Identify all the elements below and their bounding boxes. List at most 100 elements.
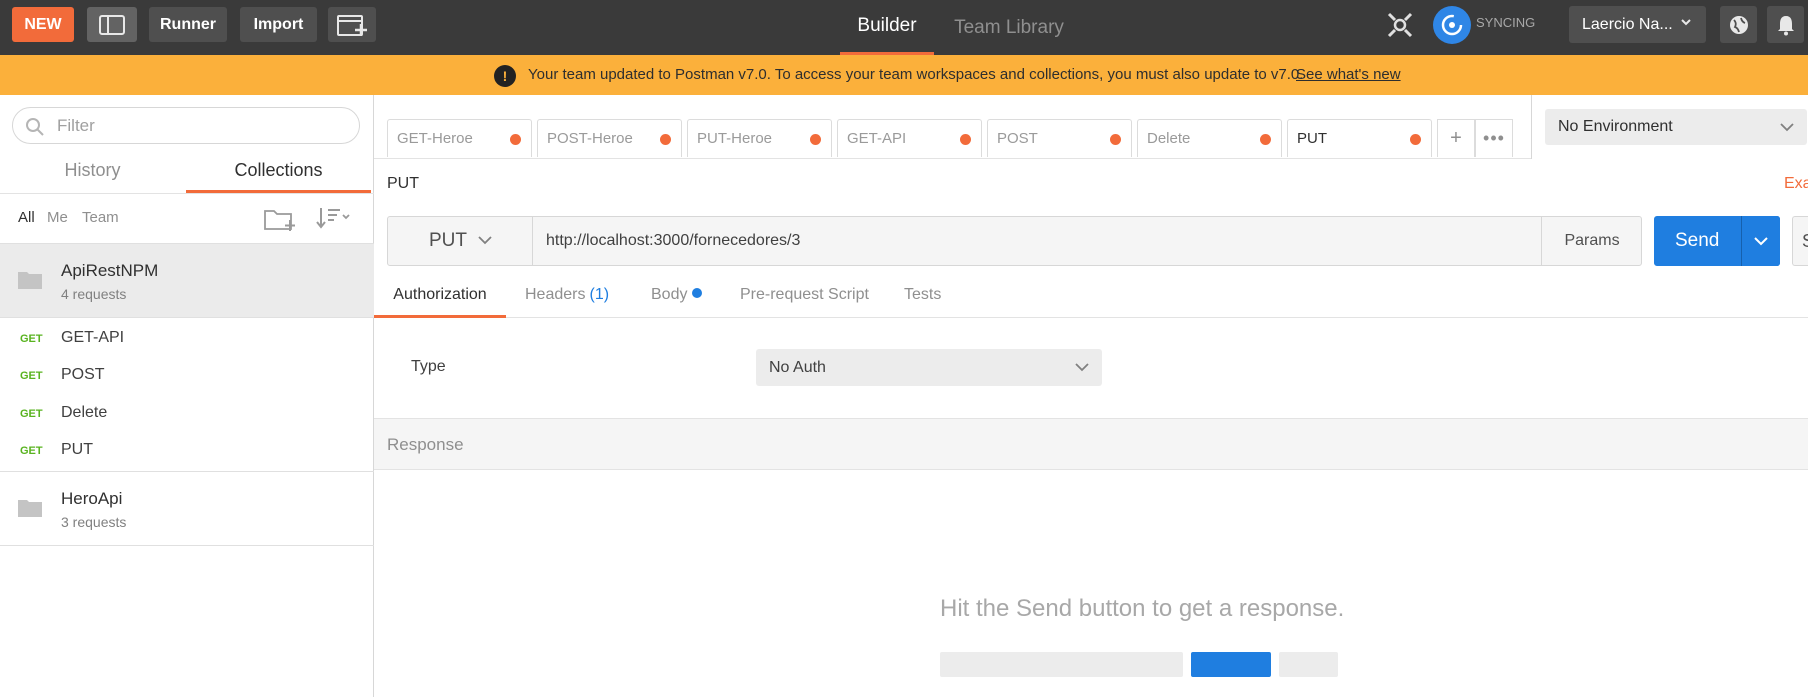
runner-button[interactable]: Runner <box>149 7 227 42</box>
environment-select[interactable]: No Environment <box>1545 109 1807 145</box>
request-title: PUT <box>387 175 419 192</box>
new-collection-icon[interactable] <box>263 206 297 232</box>
chevron-down-icon <box>1075 363 1089 372</box>
filter-all[interactable]: All <box>18 209 35 226</box>
more-tabs-button[interactable]: ••• <box>1475 119 1513 157</box>
request-item-get-api[interactable]: GET GET-API <box>0 320 374 357</box>
sync-button[interactable] <box>1433 6 1471 44</box>
request-tab-label: GET-API <box>847 130 907 147</box>
request-subtabs: Authorization Headers (1) Body Pre-reques… <box>374 278 1808 318</box>
method-value: PUT <box>429 230 467 251</box>
response-empty-message: Hit the Send button to get a response. <box>940 595 1345 622</box>
request-tab[interactable]: GET-Heroe <box>387 119 532 157</box>
collection-heroapi[interactable]: HeroApi 3 requests <box>0 471 374 546</box>
unsaved-dot <box>1110 134 1121 145</box>
import-button[interactable]: Import <box>240 7 317 42</box>
tab-tests[interactable]: Tests <box>904 286 941 318</box>
response-placeholder-bar <box>1279 652 1338 677</box>
auth-type-value: No Auth <box>769 358 826 376</box>
sidebar-toggle-button[interactable] <box>87 7 137 42</box>
unsaved-dot <box>660 134 671 145</box>
sync-icon <box>1441 14 1463 36</box>
request-tab-label: GET-Heroe <box>397 130 473 147</box>
sidebar-toggle-icon <box>99 14 125 35</box>
save-button[interactable]: S <box>1792 216 1808 266</box>
plus-icon: + <box>1450 127 1462 149</box>
tab-history[interactable]: History <box>0 158 185 193</box>
top-bar: NEW Runner Import Builder Team Library S… <box>0 0 1808 55</box>
unsaved-dot <box>960 134 971 145</box>
request-tab-label: Delete <box>1147 130 1191 147</box>
response-placeholder-bar <box>940 652 1183 677</box>
collection-count: 3 requests <box>61 514 127 530</box>
sidebar: History Collections All Me Team ApiRestN… <box>0 95 374 697</box>
request-tab[interactable]: PUT-Heroe <box>687 119 832 157</box>
request-item-post[interactable]: GET POST <box>0 357 374 394</box>
request-tab-label: PUT-Heroe <box>697 130 773 147</box>
unsaved-dot <box>1410 134 1421 145</box>
chevron-down-icon <box>1754 237 1768 246</box>
notifications-button[interactable] <box>1767 6 1804 43</box>
url-bar: PUT Params <box>387 216 1642 266</box>
request-tab[interactable]: GET-API <box>837 119 982 157</box>
send-options-button[interactable] <box>1741 216 1780 266</box>
add-tab-button[interactable]: + <box>1437 119 1475 157</box>
environment-value: No Environment <box>1558 118 1673 135</box>
new-button[interactable]: NEW <box>12 7 74 42</box>
tab-team-library[interactable]: Team Library <box>944 0 1074 55</box>
tab-headers[interactable]: Headers (1) <box>525 286 609 318</box>
collection-apirestnpm[interactable]: ApiRestNPM 4 requests <box>0 243 374 318</box>
filter-team[interactable]: Team <box>82 209 119 226</box>
request-tab[interactable]: Delete <box>1137 119 1282 157</box>
tab-body[interactable]: Body <box>651 286 703 318</box>
tab-authorization[interactable]: Authorization <box>374 286 506 318</box>
headers-label: Headers <box>525 286 586 303</box>
request-item-put[interactable]: GET PUT <box>0 432 374 469</box>
banner-link[interactable]: See what's new <box>1296 66 1401 83</box>
collection-filter-bar: All Me Team <box>0 193 374 243</box>
collection-name: ApiRestNPM <box>61 261 159 280</box>
response-title: Response <box>387 435 464 454</box>
body-indicator-dot <box>692 288 703 298</box>
globe-button[interactable] <box>1720 6 1757 43</box>
chevron-down-icon <box>1681 19 1691 26</box>
request-tab-active[interactable]: PUT <box>1287 119 1432 157</box>
tab-collections[interactable]: Collections <box>186 158 371 193</box>
alert-icon: ! <box>494 65 516 87</box>
filter-input[interactable] <box>57 114 347 138</box>
request-name: Delete <box>61 404 108 421</box>
sort-icon[interactable] <box>316 206 352 230</box>
unsaved-dot <box>810 134 821 145</box>
request-tab-label: POST-Heroe <box>547 130 633 147</box>
filter-me[interactable]: Me <box>47 209 68 226</box>
request-item-delete[interactable]: GET Delete <box>0 395 374 432</box>
response-placeholder-bar <box>1191 652 1271 677</box>
request-name: POST <box>61 366 105 383</box>
url-input[interactable] <box>546 229 1546 253</box>
new-window-button[interactable] <box>328 7 376 42</box>
interceptor-button[interactable] <box>1383 8 1417 42</box>
update-banner: ! Your team updated to Postman v7.0. To … <box>0 55 1808 95</box>
request-name: PUT <box>61 441 93 458</box>
params-button[interactable]: Params <box>1541 217 1642 265</box>
tab-pre-request-script[interactable]: Pre-request Script <box>740 286 869 318</box>
user-menu[interactable]: Laercio Na... <box>1569 6 1706 43</box>
request-tab-label: PUT <box>1297 130 1327 147</box>
chevron-down-icon <box>478 236 492 245</box>
folder-icon <box>18 500 42 517</box>
collection-count: 4 requests <box>61 286 127 302</box>
tab-builder[interactable]: Builder <box>840 0 934 55</box>
headers-count: (1) <box>589 286 610 303</box>
bell-icon <box>1777 15 1794 35</box>
collection-name: HeroApi <box>61 489 123 508</box>
method-select[interactable]: PUT <box>388 217 533 265</box>
auth-type-select[interactable]: No Auth <box>756 349 1102 386</box>
request-method: GET <box>20 408 43 420</box>
globe-icon <box>1729 15 1748 34</box>
examples-link[interactable]: Exa <box>1784 175 1808 193</box>
more-icon: ••• <box>1483 128 1505 148</box>
request-tab[interactable]: POST-Heroe <box>537 119 682 157</box>
unsaved-dot <box>1260 134 1271 145</box>
new-window-icon <box>337 14 367 36</box>
request-tab[interactable]: POST <box>987 119 1132 157</box>
